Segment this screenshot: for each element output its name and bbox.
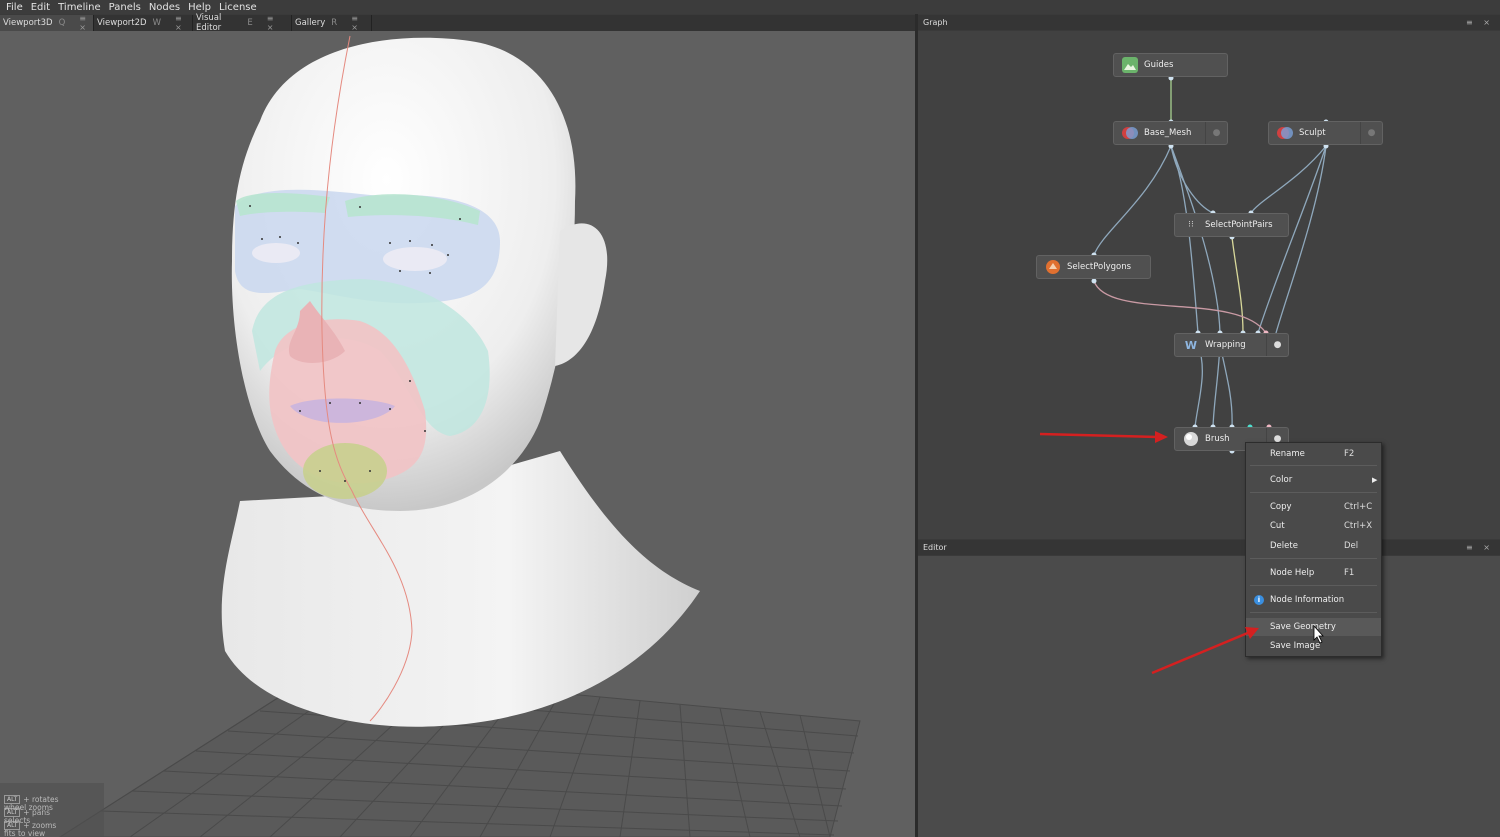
node-sculpt[interactable]: Sculpt ● xyxy=(1268,121,1383,145)
tab-label: Gallery xyxy=(295,18,326,28)
menu-item-node-help[interactable]: Node Help F1 xyxy=(1246,564,1381,582)
menu-item-save-image[interactable]: Save Image xyxy=(1246,637,1381,655)
menu-timeline[interactable]: Timeline xyxy=(58,2,101,13)
tab-visual-editor[interactable]: Visual Editor E ≡ × xyxy=(193,13,292,33)
menu-separator xyxy=(1250,558,1377,559)
menu-item-color[interactable]: Color ▶ xyxy=(1246,471,1381,489)
node-label: SelectPointPairs xyxy=(1205,220,1273,230)
tab-label: Viewport3D xyxy=(3,18,53,28)
sphere-icon xyxy=(1183,431,1199,447)
tab-shortcut: W xyxy=(152,18,161,28)
tab-shortcut: Q xyxy=(58,18,66,28)
mesh-icon xyxy=(1122,125,1138,141)
editor-panel-header: Editor ≡ × xyxy=(918,540,1500,555)
panel-controls[interactable]: ≡ × xyxy=(1466,543,1494,552)
image-icon xyxy=(1122,57,1138,73)
menu-bar: File Edit Timeline Panels Nodes Help Lic… xyxy=(0,0,1500,14)
menu-separator xyxy=(1250,492,1377,493)
tab-controls[interactable]: ≡ × xyxy=(351,14,368,32)
menu-help[interactable]: Help xyxy=(188,2,211,13)
tab-label: Visual Editor xyxy=(196,13,222,33)
node-label: Sculpt xyxy=(1299,128,1326,138)
node-wrapping[interactable]: W Wrapping ● xyxy=(1174,333,1289,357)
tab-controls[interactable]: ≡ × xyxy=(79,14,90,32)
graph-links xyxy=(1091,75,1329,454)
hint-row: wheel zooms xyxy=(4,803,53,812)
menu-edit[interactable]: Edit xyxy=(31,2,50,13)
point-pairs-icon: ⁝⁝ xyxy=(1188,220,1194,230)
visibility-bulb-icon[interactable]: ● xyxy=(1205,122,1227,144)
tab-gallery[interactable]: Gallery R ≡ × xyxy=(292,14,372,32)
editor-panel xyxy=(918,556,1500,837)
menu-nodes[interactable]: Nodes xyxy=(149,2,180,13)
hint-row: fits to view xyxy=(4,829,46,837)
menu-separator xyxy=(1250,465,1377,466)
visibility-bulb-icon[interactable]: ● xyxy=(1266,334,1288,356)
polygons-icon xyxy=(1045,259,1061,275)
tab-shortcut: R xyxy=(331,18,338,28)
tab-viewport3d[interactable]: Viewport3D Q ≡ × xyxy=(0,14,94,32)
submenu-arrow-icon: ▶ xyxy=(1372,476,1378,484)
menu-separator xyxy=(1250,612,1377,613)
node-guides[interactable]: Guides xyxy=(1113,53,1228,77)
graph-panel-header: Graph ≡ × xyxy=(918,15,1500,30)
viewport-tab-bar: Viewport3D Q ≡ × Viewport2D W ≡ × Visual… xyxy=(0,13,915,33)
node-select-polygons[interactable]: SelectPolygons xyxy=(1036,255,1151,279)
info-icon: i xyxy=(1254,595,1264,605)
head-model-render xyxy=(59,35,861,837)
menu-item-delete[interactable]: Delete Del xyxy=(1246,537,1381,555)
wrapping-w-icon: W xyxy=(1184,338,1198,352)
menu-panels[interactable]: Panels xyxy=(109,2,141,13)
node-label: Base_Mesh xyxy=(1144,128,1192,138)
editor-title: Editor xyxy=(923,543,947,552)
tab-viewport2d[interactable]: Viewport2D W ≡ × xyxy=(94,14,193,32)
menu-item-copy[interactable]: Copy Ctrl+C xyxy=(1246,498,1381,516)
node-context-menu: Rename F2 Color ▶ Copy Ctrl+C Cut Ctrl+X… xyxy=(1245,442,1382,657)
panel-controls[interactable]: ≡ × xyxy=(1466,18,1494,27)
tab-controls[interactable]: ≡ × xyxy=(175,14,189,32)
node-select-point-pairs[interactable]: ⁝⁝ SelectPointPairs xyxy=(1174,213,1289,237)
mesh-icon xyxy=(1277,125,1293,141)
node-label: Wrapping xyxy=(1205,340,1246,350)
node-label: Guides xyxy=(1144,60,1174,70)
tab-controls[interactable]: ≡ × xyxy=(267,14,288,32)
menu-item-save-geometry[interactable]: Save Geometry xyxy=(1246,618,1381,636)
menu-item-cut[interactable]: Cut Ctrl+X xyxy=(1246,517,1381,535)
menu-item-rename[interactable]: Rename F2 xyxy=(1246,445,1381,463)
menu-separator xyxy=(1250,585,1377,586)
menu-item-node-information[interactable]: i Node Information xyxy=(1246,591,1381,609)
graph-title: Graph xyxy=(923,18,948,27)
node-graph[interactable]: Guides Base_Mesh ● Sculpt ● ⁝⁝ SelectPoi… xyxy=(918,31,1500,539)
viewport-3d[interactable]: ALT + rotates ALT + pans ALT + zooms wheel … xyxy=(0,31,915,837)
menu-license[interactable]: License xyxy=(219,2,257,13)
visibility-bulb-icon[interactable]: ● xyxy=(1360,122,1382,144)
node-label: SelectPolygons xyxy=(1067,262,1132,272)
tab-shortcut: E xyxy=(247,18,253,28)
node-label: Brush xyxy=(1205,434,1230,444)
menu-file[interactable]: File xyxy=(6,2,23,13)
node-base-mesh[interactable]: Base_Mesh ● xyxy=(1113,121,1228,145)
tab-label: Viewport2D xyxy=(97,18,147,28)
hint-row: selects xyxy=(4,816,31,825)
